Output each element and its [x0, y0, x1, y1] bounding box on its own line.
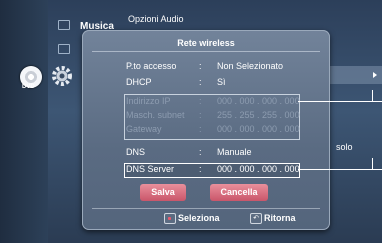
disc-label: DVD: [22, 84, 35, 90]
callout-line: [298, 169, 382, 170]
row-label: DHCP: [126, 77, 152, 87]
frame-edge: [382, 0, 386, 247]
row-label: Gateway: [126, 124, 162, 134]
tv-screen: DVD Musica Opzioni Audio solo Rete wirel…: [0, 0, 386, 247]
left-sidebar: [0, 0, 48, 247]
footer-divider: [92, 208, 320, 209]
row-separator: :: [199, 124, 202, 134]
row-value: Sì: [217, 77, 226, 87]
row-value: Non Selezionato: [217, 61, 284, 71]
photo-icon[interactable]: [58, 44, 70, 54]
row-separator: :: [199, 77, 202, 87]
arrow-right-icon: [373, 72, 377, 78]
panel-title: Opzioni Audio: [128, 14, 184, 24]
row-label: DNS Server: [126, 164, 175, 174]
callout-line: [298, 101, 382, 102]
row-value: 000 . 000 . 000 . 000: [217, 96, 300, 106]
row-separator: :: [199, 164, 202, 174]
row-value: 000 . 000 . 000 . 000: [217, 124, 300, 134]
row-value: 255 . 255 . 255 . 000: [217, 110, 300, 120]
save-button[interactable]: Salva: [140, 184, 186, 201]
row-value: Manuale: [217, 147, 252, 157]
row-separator: :: [199, 61, 202, 71]
row-separator: :: [199, 96, 202, 106]
frame-edge: [0, 243, 386, 247]
row-label: P.to accesso: [126, 61, 177, 71]
background-item: solo: [336, 142, 353, 152]
row-separator: :: [199, 147, 202, 157]
wireless-network-dialog: Rete wireless P.to accesso : Non Selezio…: [82, 30, 330, 230]
return-key-icon: ↶: [250, 213, 262, 224]
enter-key-icon: [164, 213, 176, 224]
dialog-title: Rete wireless: [177, 38, 235, 48]
music-icon[interactable]: [58, 20, 70, 30]
callout-line: [372, 158, 373, 170]
title-divider: [92, 51, 320, 52]
return-hint: Ritorna: [264, 213, 296, 223]
cancel-button[interactable]: Cancella: [210, 184, 268, 201]
row-value: 000 . 000 . 000 . 000: [217, 164, 300, 174]
row-separator: :: [199, 110, 202, 120]
select-hint: Seleziona: [178, 213, 220, 223]
row-label: Indirizzo IP: [126, 96, 171, 106]
callout-line: [372, 90, 373, 102]
gear-icon[interactable]: [50, 64, 74, 88]
row-label: DNS: [126, 147, 146, 157]
row-label: Masch. subnet: [126, 110, 185, 120]
